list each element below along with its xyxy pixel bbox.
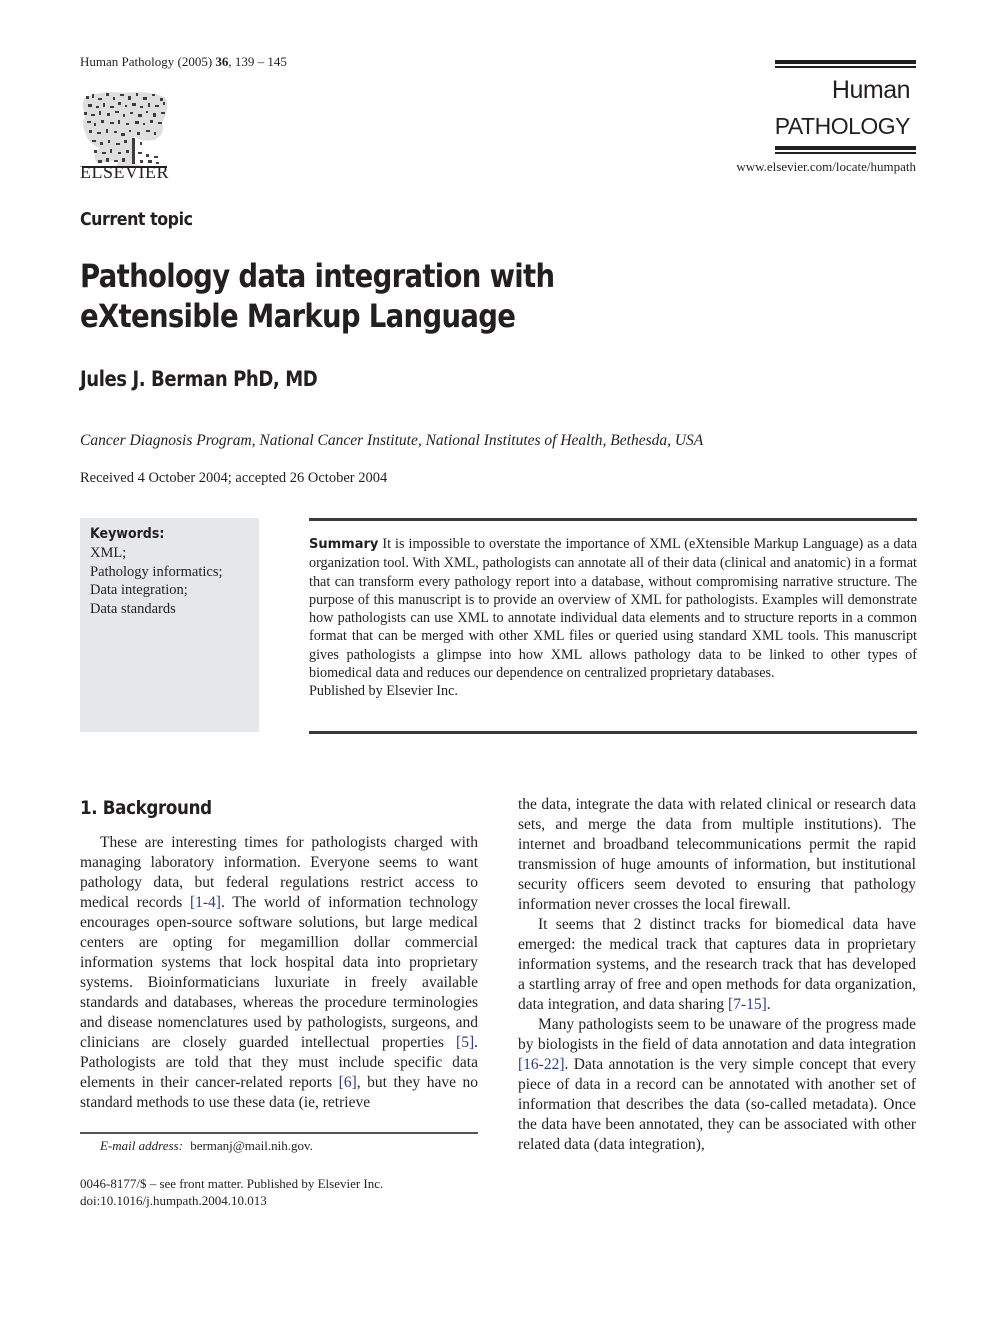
body-column-left: These are interesting times for patholog… — [80, 833, 478, 1113]
keywords-list: XML; Pathology informatics; Data integra… — [90, 544, 223, 618]
keywords-box: Keywords: XML; Pathology informatics; Da… — [80, 518, 259, 732]
journal-citation: Human Pathology (2005) 36, 139 – 145 — [80, 54, 287, 70]
doi-link[interactable]: doi:10.1016/j.humpath.2004.10.013 — [80, 1192, 383, 1209]
body-paragraph: the data, integrate the data with relate… — [518, 796, 916, 913]
keywords-heading: Keywords: — [90, 526, 165, 542]
article-title: Pathology data integration with eXtensib… — [80, 257, 555, 335]
citation-link[interactable]: [7-15] — [728, 996, 767, 1013]
citation-link[interactable]: [5] — [456, 1034, 474, 1051]
keyword-item: Pathology informatics; — [90, 563, 223, 580]
body-text: It seems that 2 distinct tracks for biom… — [518, 916, 916, 1013]
brand-line-pathology: PATHOLOGY — [774, 113, 911, 139]
footnote-email: E-mail address: bermanj@mail.nih.gov. — [100, 1138, 313, 1154]
summary-label: Summary — [309, 537, 379, 552]
citation-link[interactable]: [1-4] — [190, 894, 221, 911]
brand-rule-bottom-thick — [775, 146, 916, 150]
section-heading-background: 1. Background — [80, 797, 212, 819]
email-label: E-mail address: — [100, 1138, 183, 1153]
summary-rule-bottom — [309, 731, 917, 734]
summary-text: It is impossible to overstate the import… — [309, 536, 918, 682]
summary-publisher-note: Published by Elsevier Inc. — [309, 683, 458, 700]
body-column-right: the data, integrate the data with relate… — [518, 795, 916, 1155]
citation-link[interactable]: [16-22] — [518, 1056, 565, 1073]
summary-abstract: Summary It is impossible to overstate th… — [309, 535, 917, 701]
author-name: Jules J. Berman PhD, MD — [80, 367, 318, 391]
brand-line-human: Human — [831, 76, 911, 104]
journal-volume: 36 — [215, 54, 229, 69]
author-affiliation: Cancer Diagnosis Program, National Cance… — [80, 432, 704, 449]
brand-rule-top-thin — [775, 66, 916, 68]
publisher-logo-text: ELSEVIER — [80, 162, 169, 182]
summary-rule-top — [309, 518, 917, 521]
journal-brand-logo: Human PATHOLOGY — [775, 60, 916, 160]
body-paragraph: These are interesting times for patholog… — [80, 833, 478, 1113]
body-paragraph: Many pathologists seem to be unaware of … — [518, 1015, 916, 1155]
journal-name: Human Pathology (2005) — [80, 54, 213, 69]
email-link[interactable]: bermanj@mail.nih.gov. — [190, 1138, 313, 1153]
front-matter: 0046-8177/$ – see front matter. Publishe… — [80, 1175, 383, 1209]
article-type: Current topic — [80, 209, 193, 230]
body-text: . — [766, 996, 771, 1013]
citation-link[interactable]: [6] — [339, 1074, 357, 1091]
footnote-divider — [80, 1132, 478, 1134]
body-text: . Data annotation is the very simple con… — [518, 1056, 916, 1153]
body-paragraph: It seems that 2 distinct tracks for biom… — [518, 915, 916, 1015]
keyword-item: Data integration; — [90, 582, 188, 598]
keyword-item: Data standards — [90, 600, 176, 617]
journal-pages: , 139 – 145 — [228, 54, 287, 69]
body-text: . The world of information technology en… — [80, 894, 478, 1051]
keyword-item: XML; — [90, 545, 127, 561]
journal-url-link[interactable]: www.elsevier.com/locate/humpath — [736, 159, 916, 175]
body-text: Many pathologists seem to be unaware of … — [518, 1016, 916, 1053]
received-dates: Received 4 October 2004; accepted 26 Oct… — [80, 470, 388, 486]
front-matter-line: 0046-8177/$ – see front matter. Publishe… — [80, 1176, 384, 1191]
brand-rule-bottom-thin — [775, 152, 916, 154]
brand-rule-top-thick — [775, 60, 916, 64]
